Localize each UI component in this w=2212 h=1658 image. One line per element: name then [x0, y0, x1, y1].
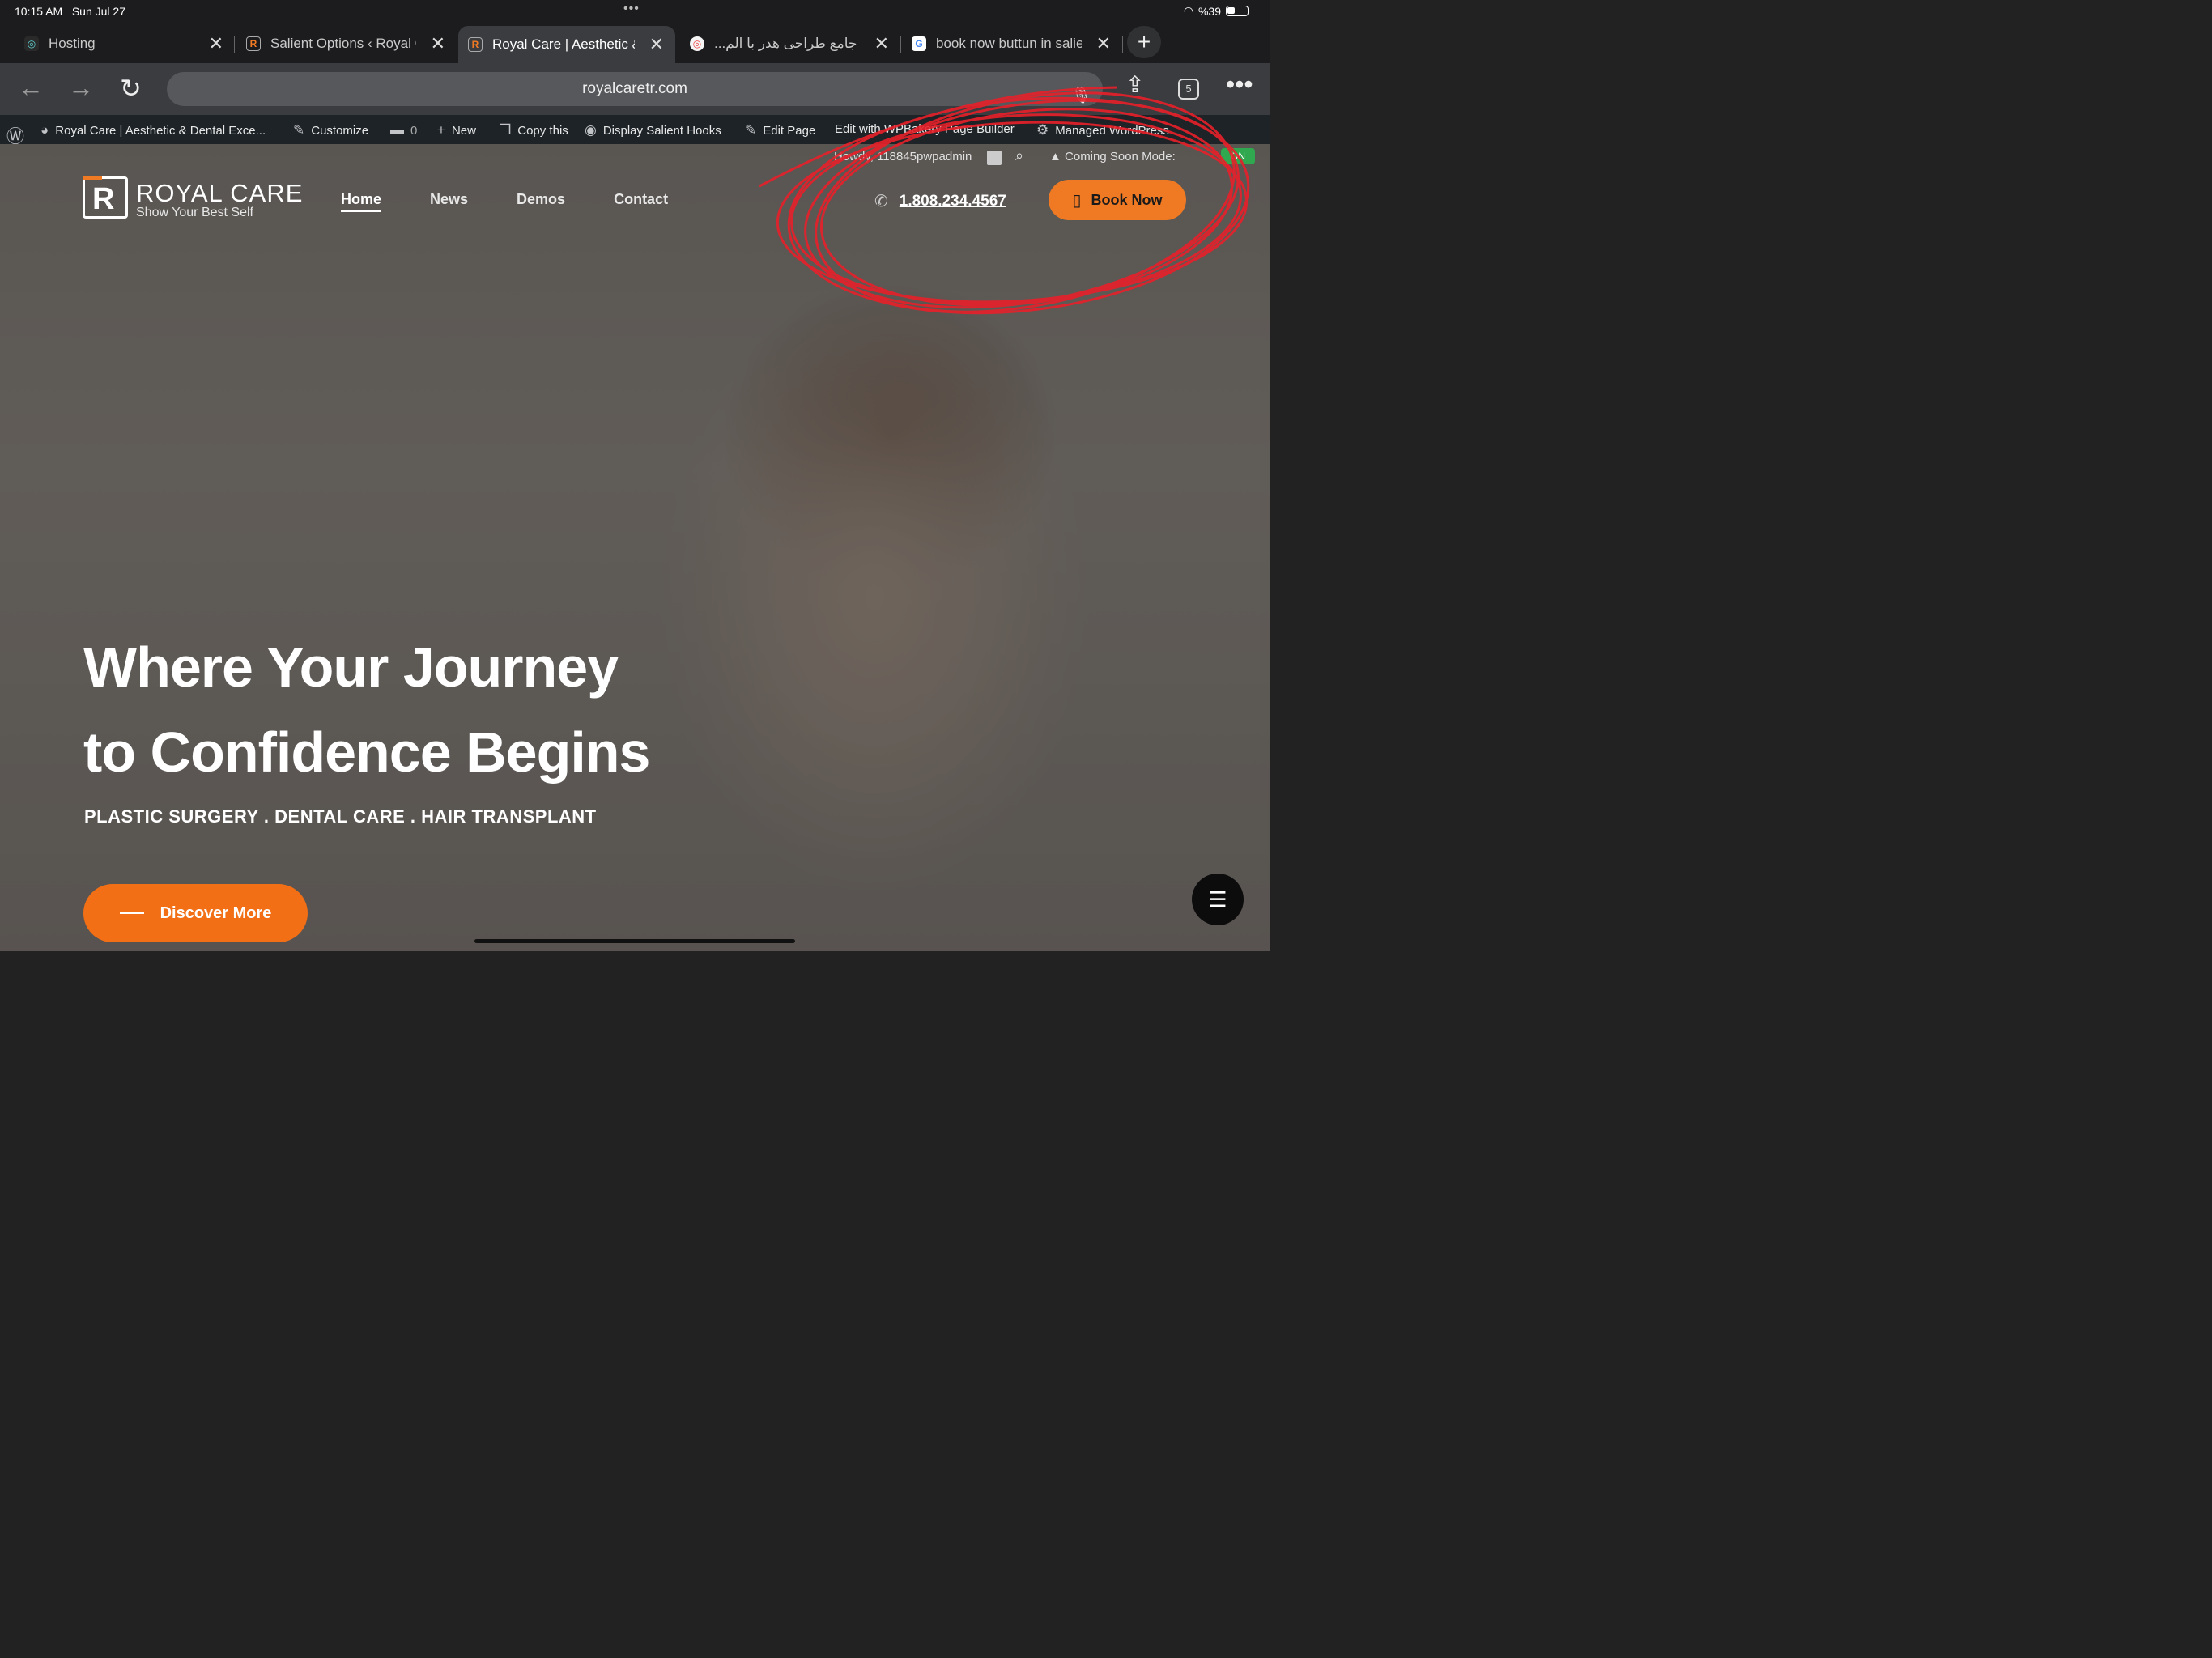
tab-title: book now buttun in salie — [936, 36, 1082, 51]
microphone-icon[interactable]: 🎙 — [1071, 79, 1091, 113]
coming-soon-mode[interactable]: ▲ Coming Soon Mode: — [1049, 150, 1176, 164]
tab-overview-icon[interactable]: 5 — [1178, 79, 1199, 100]
headline-line-2: to Confidence Begins — [83, 721, 650, 784]
list-menu-icon[interactable]: ☰ — [1192, 874, 1244, 925]
tab-header-design[interactable]: ◎ ...ش جامع طراحی هدر با الم ✕ — [666, 26, 900, 62]
discover-more-button[interactable]: Discover More — [83, 884, 308, 942]
multitasking-dots-icon[interactable]: ••• — [623, 2, 640, 16]
wp-comments[interactable]: ▬ 0 — [390, 122, 417, 138]
new-tab-button[interactable]: + — [1127, 26, 1161, 58]
copy-icon: ❐ — [499, 122, 512, 138]
discover-label: Discover More — [160, 903, 272, 922]
wp-new[interactable]: + New — [437, 122, 476, 138]
home-indicator — [474, 939, 795, 943]
tab-title: Royal Care | Aesthetic & — [492, 36, 635, 52]
phone-number-link[interactable]: 1.808.234.4567 — [900, 193, 1006, 210]
plus-icon: + — [437, 122, 445, 138]
close-icon[interactable]: ✕ — [431, 33, 445, 54]
nav-home[interactable]: Home — [341, 191, 382, 212]
wp-page-builder[interactable]: Edit with WPBakery Page Builder — [835, 122, 1015, 136]
tab-title: ...ش جامع طراحی هدر با الم — [714, 36, 860, 51]
close-icon[interactable]: ✕ — [1096, 33, 1111, 54]
browser-toolbar: ← → ↻ royalcaretr.com 🎙 ⇪ 5 ••• — [0, 63, 1270, 115]
tab-title: Hosting — [49, 36, 96, 51]
dash-icon — [119, 912, 144, 914]
tab-google-search[interactable]: G book now buttun in salie ✕ — [887, 26, 1122, 62]
royal-care-logo-icon: R — [83, 176, 128, 219]
hero-section: Howdy, 118845pwpadmin ⌕ ▲ Coming Soon Mo… — [0, 144, 1270, 951]
hero-headline: Where Your Journey to Confidence Begins — [83, 625, 699, 795]
eye-icon: ◉ — [585, 122, 597, 138]
comment-icon: ▬ — [390, 122, 404, 138]
hero-background-image — [0, 144, 1270, 951]
tab-hosting[interactable]: ◎ Hosting ✕ — [0, 26, 235, 62]
close-icon[interactable]: ✕ — [649, 34, 664, 55]
wp-salient-hooks[interactable]: ◉ Display Salient Hooks — [585, 122, 721, 138]
book-now-button[interactable]: ▯ Book Now — [1049, 180, 1186, 220]
wp-edit-page[interactable]: ✎ Edit Page — [745, 122, 815, 138]
status-badge: ON — [1221, 148, 1255, 164]
nav-contact[interactable]: Contact — [614, 191, 668, 212]
wp-site-name[interactable]: ◕ Royal Care | Aesthetic & Dental Exce... — [40, 122, 266, 138]
back-arrow-icon[interactable]: ← — [18, 73, 44, 103]
hero-services: PLASTIC SURGERY . DENTAL CARE . HAIR TRA… — [84, 806, 597, 827]
gear-icon: ⚙ — [1036, 122, 1049, 138]
logo-tagline: Show Your Best Self — [136, 206, 253, 219]
main-navigation: Home News Demos Contact — [341, 191, 668, 212]
pencil-icon: ✎ — [745, 122, 757, 138]
share-icon[interactable]: ⇪ — [1125, 71, 1144, 98]
dashboard-icon: ◕ — [40, 122, 49, 138]
book-icon: ▯ — [1072, 191, 1082, 210]
browser-tab-strip: ◎ Hosting ✕ R Salient Options ‹ Royal C … — [0, 23, 1270, 63]
royal-logo-icon: R — [468, 37, 483, 52]
nav-demos[interactable]: Demos — [517, 191, 565, 212]
phone-icon: ✆ — [874, 193, 888, 210]
headline-line-1: Where Your Journey — [83, 636, 619, 699]
wp-copy-this[interactable]: ❐ Copy this — [499, 122, 568, 138]
target-icon: ◎ — [690, 36, 704, 51]
wp-managed-wordpress[interactable]: ⚙ Managed WordPress — [1036, 122, 1169, 138]
book-now-label: Book Now — [1091, 191, 1163, 208]
wp-howdy-user[interactable]: Howdy, 118845pwpadmin — [834, 150, 972, 164]
status-right: ◠ %39 — [1184, 4, 1249, 18]
battery-percent: %39 — [1197, 4, 1221, 18]
wp-admin-bar: Ⓦ ◕ Royal Care | Aesthetic & Dental Exce.… — [0, 115, 1270, 147]
logo-name: ROYAL CARE — [136, 179, 304, 207]
tab-royal-care[interactable]: R Royal Care | Aesthetic & ✕ — [458, 26, 675, 63]
address-bar[interactable]: royalcaretr.com 🎙 — [167, 72, 1103, 106]
status-bar: 10:15 AM Sun Jul 27 ••• ◠ %39 — [0, 0, 1270, 23]
status-time: 10:15 AM Sun Jul 27 — [15, 5, 125, 18]
avatar[interactable] — [987, 151, 1002, 165]
url-text: royalcaretr.com — [582, 80, 687, 97]
wp-customize[interactable]: ✎ Customize — [293, 122, 368, 138]
hosting-icon: ◎ — [24, 36, 39, 51]
tab-title: Salient Options ‹ Royal C — [270, 36, 416, 51]
search-icon[interactable]: ⌕ — [1015, 147, 1023, 164]
wifi-icon: ◠ — [1183, 4, 1193, 17]
forward-arrow-icon[interactable]: → — [68, 73, 94, 103]
google-icon: G — [912, 36, 926, 51]
reload-icon[interactable]: ↻ — [120, 73, 142, 104]
more-options-icon[interactable]: ••• — [1226, 70, 1253, 100]
nav-news[interactable]: News — [430, 191, 468, 212]
battery-icon — [1226, 6, 1249, 16]
tab-salient-options[interactable]: R Salient Options ‹ Royal C ✕ — [222, 26, 457, 62]
royal-logo-icon: R — [246, 36, 261, 51]
header-phone[interactable]: ✆ 1.808.234.4567 — [874, 191, 1006, 211]
brush-icon: ✎ — [293, 122, 305, 138]
site-logo[interactable]: R ROYAL CARE Show Your Best Self — [83, 176, 303, 220]
